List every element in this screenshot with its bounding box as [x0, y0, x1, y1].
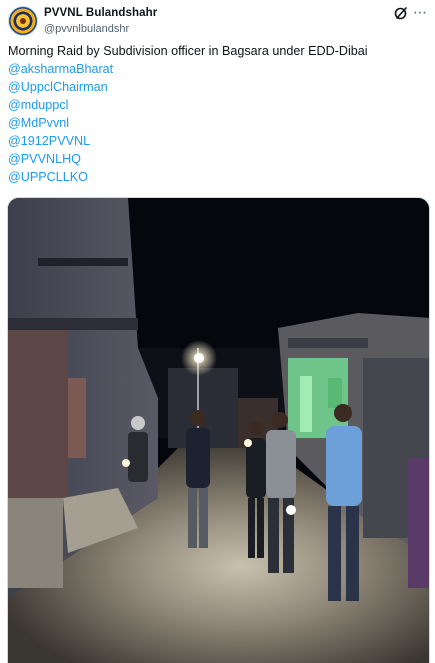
avatar[interactable] — [8, 6, 38, 36]
night-street-photo — [8, 198, 429, 663]
user-handle[interactable]: @pvvnlbulandshr — [44, 23, 129, 35]
grok-icon[interactable] — [393, 5, 409, 21]
more-icon[interactable]: ⋯ — [413, 4, 427, 20]
display-name[interactable]: PVVNL Bulandshahr — [44, 7, 157, 19]
mention-link[interactable]: @mduppcl — [8, 96, 428, 114]
person-edge-right — [408, 458, 429, 588]
mention-link[interactable]: @UppclChairman — [8, 78, 428, 96]
mention-link[interactable]: @1912PVVNL — [8, 132, 428, 150]
post-text: Morning Raid by Subdivision officer in B… — [8, 42, 428, 186]
post-body: Morning Raid by Subdivision officer in B… — [8, 44, 368, 58]
mention-link[interactable]: @PVVNLHQ — [8, 150, 428, 168]
post-header: PVVNL Bulandshahr @pvvnlbulandshr ⋯ — [8, 4, 427, 40]
post-photo[interactable] — [7, 197, 430, 663]
mention-link[interactable]: @UPPCLLKO — [8, 168, 428, 186]
mention-link[interactable]: @aksharmaBharat — [8, 60, 428, 78]
mention-link[interactable]: @MdPvvnl — [8, 114, 428, 132]
